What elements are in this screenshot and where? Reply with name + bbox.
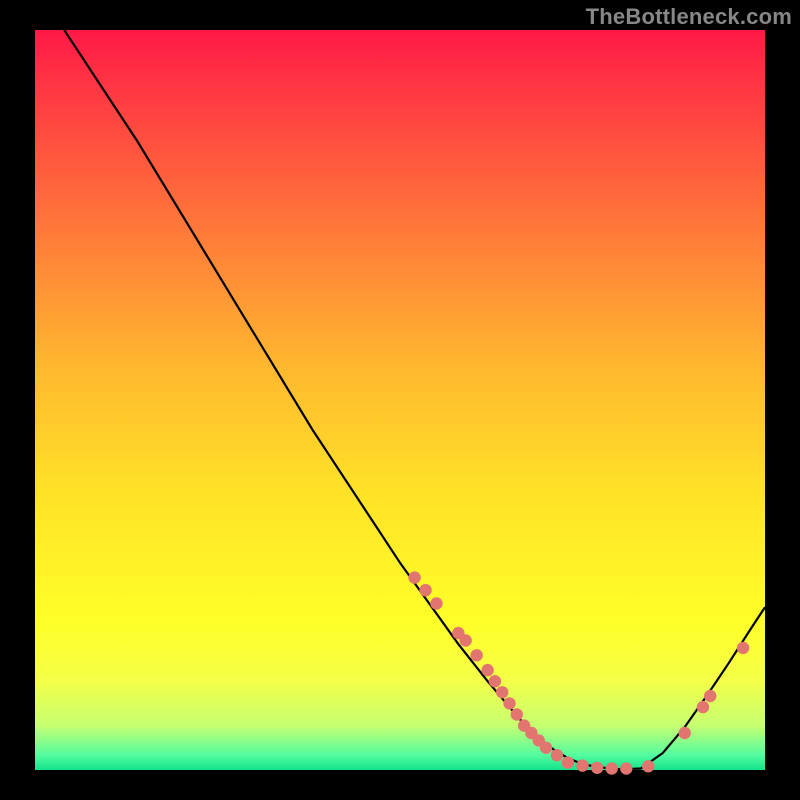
chart-stage: TheBottleneck.com [0,0,800,800]
plot-background [35,30,765,770]
watermark-text: TheBottleneck.com [586,4,792,30]
